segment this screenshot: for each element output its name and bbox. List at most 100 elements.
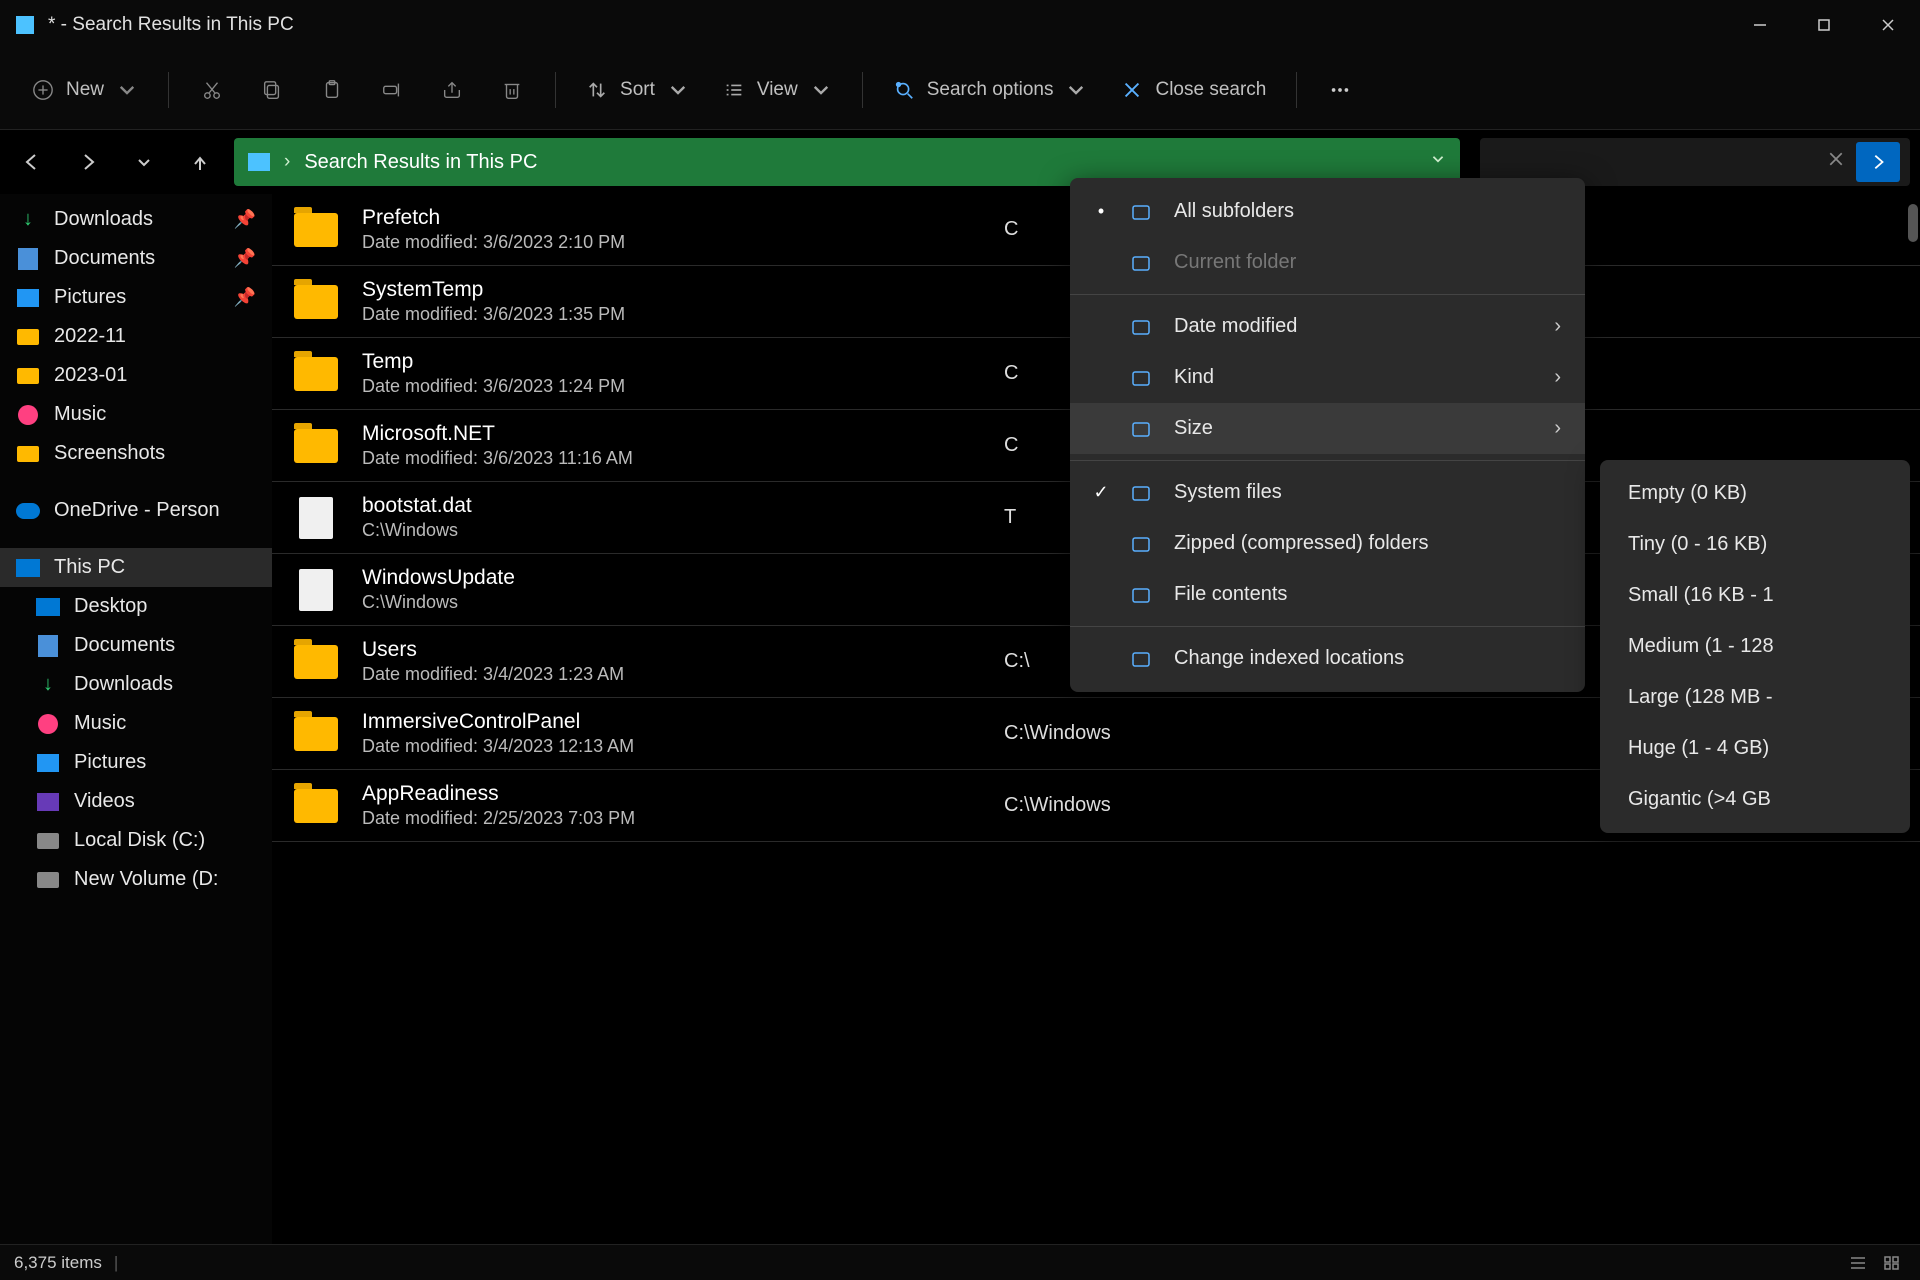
menu-item[interactable]: Kind› xyxy=(1070,352,1585,403)
sort-button[interactable]: Sort xyxy=(572,69,703,111)
close-search-button[interactable]: Close search xyxy=(1107,69,1280,111)
sidebar-item[interactable]: ↓Downloads xyxy=(0,665,272,704)
menu-item-icon xyxy=(1128,316,1154,338)
recent-button[interactable] xyxy=(122,140,166,184)
file-name: AppReadiness xyxy=(362,782,982,806)
sidebar-item[interactable]: Music xyxy=(0,395,272,434)
view-button[interactable]: View xyxy=(709,69,846,111)
sidebar-item[interactable]: Pictures xyxy=(0,743,272,782)
sidebar-item[interactable]: New Volume (D: xyxy=(0,860,272,899)
menu-item[interactable]: ✓System files xyxy=(1070,467,1585,518)
file-name: bootstat.dat xyxy=(362,494,982,518)
title-bar: * - Search Results in This PC xyxy=(0,0,1920,50)
file-meta: C:\Windows xyxy=(362,592,982,613)
rename-button[interactable] xyxy=(365,69,419,111)
file-meta: Date modified: 3/6/2023 1:24 PM xyxy=(362,376,982,397)
sidebar-item-label: Downloads xyxy=(74,673,173,696)
minimize-button[interactable] xyxy=(1728,0,1792,50)
sidebar-item[interactable]: Music xyxy=(0,704,272,743)
menu-separator xyxy=(1070,460,1585,461)
sidebar-item[interactable]: OneDrive - Person xyxy=(0,491,272,530)
file-meta: C:\Windows xyxy=(362,520,982,541)
separator xyxy=(168,72,169,108)
sidebar-item[interactable]: Pictures📌 xyxy=(0,278,272,317)
more-button[interactable] xyxy=(1313,69,1367,111)
pin-icon: 📌 xyxy=(234,209,256,230)
paste-button[interactable] xyxy=(305,69,359,111)
menu-item[interactable]: •All subfolders xyxy=(1070,186,1585,237)
sidebar-item-label: OneDrive - Person xyxy=(54,499,220,522)
scrollbar[interactable] xyxy=(1908,204,1918,242)
submenu-item[interactable]: Empty (0 KB) xyxy=(1600,468,1910,519)
view-label: View xyxy=(757,79,798,101)
sidebar-item-label: Screenshots xyxy=(54,442,165,465)
sidebar-item[interactable]: Local Disk (C:) xyxy=(0,821,272,860)
pin-icon: 📌 xyxy=(234,287,256,308)
menu-item[interactable]: File contents xyxy=(1070,569,1585,620)
navigation-row: › Search Results in This PC xyxy=(0,130,1920,194)
file-path: C:\Windows xyxy=(1004,794,1111,817)
submenu-item[interactable]: Large (128 MB - xyxy=(1600,672,1910,723)
sidebar: ↓Downloads📌Documents📌Pictures📌2022-11202… xyxy=(0,194,272,1244)
share-button[interactable] xyxy=(425,69,479,111)
maximize-button[interactable] xyxy=(1792,0,1856,50)
search-options-button[interactable]: Search options xyxy=(879,69,1102,111)
submenu-item[interactable]: Medium (1 - 128 xyxy=(1600,621,1910,672)
menu-item[interactable]: Date modified› xyxy=(1070,301,1585,352)
file-meta: Date modified: 2/25/2023 7:03 PM xyxy=(362,808,982,829)
pin-icon: 📌 xyxy=(234,248,256,269)
sidebar-item-label: This PC xyxy=(54,556,125,579)
sidebar-item-label: Downloads xyxy=(54,208,153,231)
details-view-button[interactable] xyxy=(1844,1251,1872,1275)
sidebar-item[interactable]: Screenshots xyxy=(0,434,272,473)
search-go-button[interactable] xyxy=(1856,142,1900,182)
delete-button[interactable] xyxy=(485,69,539,111)
submenu-item[interactable]: Small (16 KB - 1 xyxy=(1600,570,1910,621)
file-name: SystemTemp xyxy=(362,278,982,302)
separator xyxy=(862,72,863,108)
sidebar-item-label: Documents xyxy=(54,247,155,270)
file-path: C xyxy=(1004,434,1018,457)
sidebar-item-label: Music xyxy=(54,403,106,426)
up-button[interactable] xyxy=(178,140,222,184)
folder-icon xyxy=(294,213,338,247)
sidebar-item[interactable]: 2023-01 xyxy=(0,356,272,395)
sidebar-item-label: Music xyxy=(74,712,126,735)
folder-icon xyxy=(294,645,338,679)
sidebar-item[interactable]: Desktop xyxy=(0,587,272,626)
search-options-label: Search options xyxy=(927,79,1054,101)
close-button[interactable] xyxy=(1856,0,1920,50)
chevron-down-icon[interactable] xyxy=(1430,151,1446,173)
sidebar-item[interactable]: This PC xyxy=(0,548,272,587)
back-button[interactable] xyxy=(10,140,54,184)
sidebar-item[interactable]: Documents xyxy=(0,626,272,665)
submenu-item[interactable]: Huge (1 - 4 GB) xyxy=(1600,723,1910,774)
folder-icon xyxy=(294,789,338,823)
menu-item[interactable]: Zipped (compressed) folders xyxy=(1070,518,1585,569)
status-bar: 6,375 items | xyxy=(0,1244,1920,1280)
clear-search-button[interactable] xyxy=(1822,145,1850,179)
file-path: T xyxy=(1004,506,1016,529)
copy-button[interactable] xyxy=(245,69,299,111)
cut-button[interactable] xyxy=(185,69,239,111)
new-button[interactable]: New xyxy=(18,69,152,111)
forward-button[interactable] xyxy=(66,140,110,184)
menu-item-label: Current folder xyxy=(1174,251,1296,274)
menu-item[interactable]: Size› xyxy=(1070,403,1585,454)
thumbnails-view-button[interactable] xyxy=(1878,1251,1906,1275)
file-meta: Date modified: 3/6/2023 1:35 PM xyxy=(362,304,982,325)
breadcrumb[interactable]: Search Results in This PC xyxy=(304,151,537,174)
submenu-item[interactable]: Gigantic (>4 GB xyxy=(1600,774,1910,825)
submenu-item[interactable]: Tiny (0 - 16 KB) xyxy=(1600,519,1910,570)
size-submenu: Empty (0 KB)Tiny (0 - 16 KB)Small (16 KB… xyxy=(1600,460,1910,833)
chevron-right-icon: › xyxy=(1554,417,1561,440)
sidebar-item[interactable]: Videos xyxy=(0,782,272,821)
sidebar-item[interactable]: ↓Downloads📌 xyxy=(0,200,272,239)
separator xyxy=(555,72,556,108)
new-label: New xyxy=(66,79,104,101)
sidebar-item[interactable]: Documents 📌 xyxy=(0,239,272,278)
menu-item-icon xyxy=(1128,584,1154,606)
sidebar-item[interactable]: 2022-11 xyxy=(0,317,272,356)
menu-item[interactable]: Change indexed locations xyxy=(1070,633,1585,684)
file-meta: Date modified: 3/6/2023 11:16 AM xyxy=(362,448,982,469)
